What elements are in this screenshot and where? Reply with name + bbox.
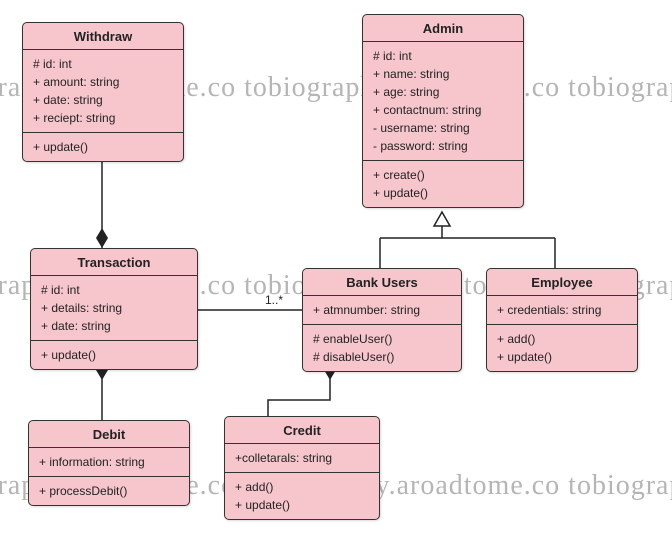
method: # disableUser() (313, 348, 451, 366)
attributes: + atmnumber: string (303, 296, 461, 325)
class-credit: Credit +colletarals: string + add() + up… (224, 416, 380, 520)
attributes: # id: int + details: string + date: stri… (31, 276, 197, 341)
class-debit: Debit + information: string + processDeb… (28, 420, 190, 506)
class-title: Admin (363, 15, 523, 42)
attr: + reciept: string (33, 109, 173, 127)
attr: # id: int (373, 47, 513, 65)
class-employee: Employee + credentials: string + add() +… (486, 268, 638, 372)
methods: # enableUser() # disableUser() (303, 325, 461, 371)
attr: # id: int (33, 55, 173, 73)
attributes: # id: int + name: string + age: string +… (363, 42, 523, 161)
method: + update() (41, 346, 187, 364)
class-transaction: Transaction # id: int + details: string … (30, 248, 198, 370)
methods: + processDebit() (29, 477, 189, 505)
class-title: Bank Users (303, 269, 461, 296)
attributes: +colletarals: string (225, 444, 379, 473)
class-admin: Admin # id: int + name: string + age: st… (362, 14, 524, 208)
attr: + age: string (373, 83, 513, 101)
class-title: Transaction (31, 249, 197, 276)
attr: - username: string (373, 119, 513, 137)
attr: + date: string (33, 91, 173, 109)
attributes: # id: int + amount: string + date: strin… (23, 50, 183, 133)
methods: + add() + update() (225, 473, 379, 519)
methods: + update() (31, 341, 197, 369)
method: + update() (373, 184, 513, 202)
attr: - password: string (373, 137, 513, 155)
method: + update() (33, 138, 173, 156)
methods: + add() + update() (487, 325, 637, 371)
method: + update() (235, 496, 369, 514)
method: + add() (235, 478, 369, 496)
attributes: + credentials: string (487, 296, 637, 325)
class-title: Credit (225, 417, 379, 444)
attr: + contactnum: string (373, 101, 513, 119)
attr: # id: int (41, 281, 187, 299)
uml-canvas: tobiography.aroadtome.co tobiography.aro… (0, 0, 672, 533)
method: + add() (497, 330, 627, 348)
class-title: Debit (29, 421, 189, 448)
attr: +colletarals: string (235, 449, 369, 467)
multiplicity-label: 1..* (265, 293, 283, 307)
method: + create() (373, 166, 513, 184)
class-withdraw: Withdraw # id: int + amount: string + da… (22, 22, 184, 162)
class-bankusers: Bank Users + atmnumber: string # enableU… (302, 268, 462, 372)
attributes: + information: string (29, 448, 189, 477)
attr: + information: string (39, 453, 179, 471)
methods: + update() (23, 133, 183, 161)
attr: + amount: string (33, 73, 173, 91)
method: + update() (497, 348, 627, 366)
attr: + details: string (41, 299, 187, 317)
attr: + credentials: string (497, 301, 627, 319)
attr: + atmnumber: string (313, 301, 451, 319)
method: # enableUser() (313, 330, 451, 348)
attr: + name: string (373, 65, 513, 83)
class-title: Withdraw (23, 23, 183, 50)
methods: + create() + update() (363, 161, 523, 207)
class-title: Employee (487, 269, 637, 296)
attr: + date: string (41, 317, 187, 335)
method: + processDebit() (39, 482, 179, 500)
